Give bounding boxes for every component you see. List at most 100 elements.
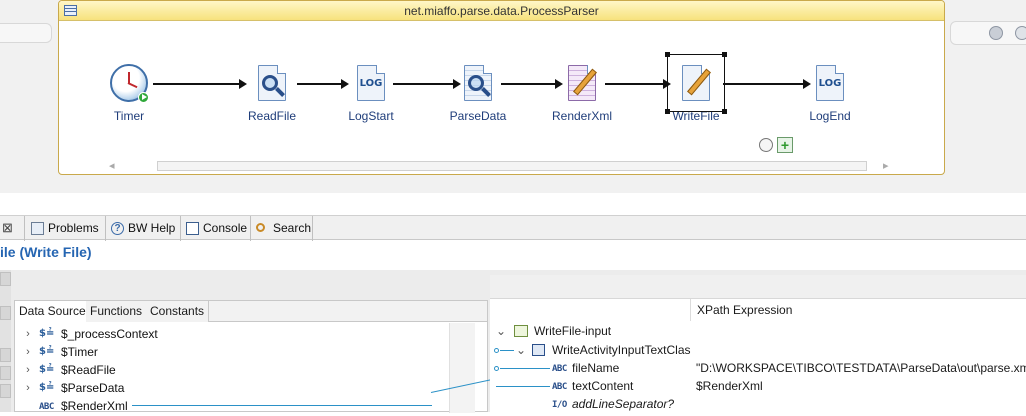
mapper-row-label: addLineSeparator? <box>572 397 675 411</box>
tab-console[interactable]: Console <box>183 218 247 239</box>
properties-body: Data Source Functions Constants › $≟ $_p… <box>0 270 1026 413</box>
tab-search-label: Search <box>273 221 312 235</box>
activity-logend[interactable]: LOG LogEnd <box>795 63 865 123</box>
selection-handle-icon[interactable] <box>665 109 670 114</box>
mapping-dot-icon <box>494 366 499 371</box>
xpath-column-header: XPath Expression <box>690 299 1026 321</box>
palette-icon[interactable] <box>989 26 1003 40</box>
element-icon <box>532 344 545 356</box>
activity-renderxml[interactable]: RenderXml <box>547 63 617 123</box>
parse-data-icon <box>458 63 498 103</box>
schema-icon <box>514 325 528 337</box>
chevron-right-icon[interactable]: › <box>23 379 33 397</box>
search-icon <box>256 223 265 232</box>
tab-problems[interactable]: Problems <box>28 218 99 239</box>
xpath-expression[interactable]: "D:\WORKSPACE\TIBCO\TESTDATA\ParseData\o… <box>696 359 1026 377</box>
tab-data-source[interactable]: Data Source <box>15 301 91 322</box>
mapping-dot-icon <box>494 348 499 353</box>
help-icon: ? <box>111 222 124 235</box>
activity-label-writefile: WriteFile <box>672 109 720 123</box>
timer-clock-icon <box>109 63 149 103</box>
mapping-stub <box>500 350 514 351</box>
strip-button[interactable] <box>0 384 11 398</box>
selection-handle-icon[interactable] <box>722 52 727 57</box>
strip-button[interactable] <box>0 348 11 362</box>
activity-timer[interactable]: Timer <box>94 63 164 123</box>
xpath-expression[interactable]: $RenderXml <box>696 377 763 395</box>
activity-logstart[interactable]: LOG LogStart <box>336 63 406 123</box>
tab-console-label: Console <box>203 221 248 235</box>
data-source-tabbar: Data Source Functions Constants <box>15 301 487 322</box>
data-source-vertical-scrollbar[interactable] <box>449 323 475 413</box>
read-file-icon <box>252 63 292 103</box>
chevron-right-icon[interactable]: › <box>23 361 33 379</box>
strip-button[interactable] <box>0 272 11 286</box>
process-variable-icon: $≟ <box>39 328 55 339</box>
tab-functions[interactable]: Functions <box>86 301 148 322</box>
selection-handle-icon[interactable] <box>665 52 670 57</box>
log-icon: LOG <box>351 63 391 103</box>
string-icon: ABC <box>39 402 54 412</box>
left-side-strip <box>0 270 11 412</box>
tree-row-label: $ReadFile <box>61 363 116 377</box>
transition-link-icon[interactable] <box>759 138 773 152</box>
close-icon[interactable]: ⊠ <box>2 220 13 236</box>
activity-parsedata[interactable]: ParseData <box>443 63 513 123</box>
bottom-view-tabbar: ⊠ Problems ? BW Help Console Search <box>0 215 1026 241</box>
problems-icon <box>31 222 44 235</box>
mapper-row-filename[interactable]: ABC fileName "D:\WORKSPACE\TIBCO\TESTDAT… <box>494 359 1026 377</box>
horizontal-scrollbar[interactable] <box>157 161 867 171</box>
process-variable-icon: $≟ <box>39 364 55 375</box>
tab-bw-help-label: BW Help <box>128 221 176 235</box>
activity-label-logstart: LogStart <box>348 109 394 123</box>
mapper-row-label: WriteActivityInputTextClas <box>552 343 691 357</box>
tab-search[interactable]: Search <box>253 218 311 239</box>
mapping-line[interactable] <box>132 405 432 406</box>
connector-timer-readfile[interactable] <box>153 79 247 89</box>
console-icon <box>186 222 199 235</box>
strip-button[interactable] <box>0 366 11 380</box>
activity-label-readfile: ReadFile <box>247 109 297 123</box>
activity-readfile[interactable]: ReadFile <box>237 63 307 123</box>
process-table-icon <box>64 5 77 16</box>
tree-row-label: $RenderXml <box>61 399 128 413</box>
render-xml-icon <box>562 63 602 103</box>
tab-bw-help[interactable]: ? BW Help <box>108 218 175 239</box>
mapper-row-label: textContent <box>572 379 634 393</box>
selection-handle-icon[interactable] <box>722 109 727 114</box>
mapper-panel: XPath Expression ⌄ WriteFile-input ⌄ Wri… <box>490 275 1026 412</box>
overflow-icon[interactable] <box>1015 26 1026 40</box>
activity-label-parsedata: ParseData <box>449 109 507 123</box>
chevron-right-icon[interactable]: › <box>23 343 33 361</box>
tree-row-label: $_processContext <box>61 327 158 341</box>
right-side-pill <box>950 21 1026 45</box>
chevron-down-icon[interactable]: ⌄ <box>516 341 526 359</box>
log-icon-text: LOG <box>818 78 842 89</box>
chevron-down-icon[interactable]: ⌄ <box>496 322 506 340</box>
process-variable-icon: $≟ <box>39 346 55 357</box>
add-activity-icon[interactable]: + <box>777 137 793 153</box>
strip-button[interactable] <box>0 306 11 320</box>
string-icon: ABC <box>552 382 567 392</box>
process-diagram-panel[interactable]: net.miaffo.parse.data.ProcessParser Time… <box>58 0 945 175</box>
activity-label-logend: LogEnd <box>809 109 851 123</box>
tab-constants[interactable]: Constants <box>146 301 210 322</box>
data-source-panel: Data Source Functions Constants › $≟ $_p… <box>14 300 488 413</box>
mapper-row-label: fileName <box>572 361 620 375</box>
process-variable-icon: $≟ <box>39 382 55 393</box>
mapping-stub <box>500 368 550 369</box>
mapper-toolbar <box>490 275 1026 299</box>
process-canvas-area: net.miaffo.parse.data.ProcessParser Time… <box>0 0 1026 193</box>
write-file-icon <box>665 52 727 114</box>
tab-problems-label: Problems <box>48 221 99 235</box>
mapping-stub <box>496 386 550 387</box>
activity-label-renderxml: RenderXml <box>551 109 613 123</box>
mapper-row-textcontent[interactable]: ABC textContent $RenderXml <box>496 377 1026 395</box>
chevron-right-icon[interactable]: › <box>23 325 33 343</box>
activity-writefile[interactable]: WriteFile <box>661 52 731 123</box>
mapper-row-label: WriteFile-input <box>534 324 612 338</box>
left-side-pill <box>0 23 52 43</box>
process-title: net.miaffo.parse.data.ProcessParser <box>404 4 599 18</box>
scroll-right-arrow[interactable]: ▸ <box>883 159 889 172</box>
scroll-left-arrow[interactable]: ◂ <box>109 159 115 172</box>
